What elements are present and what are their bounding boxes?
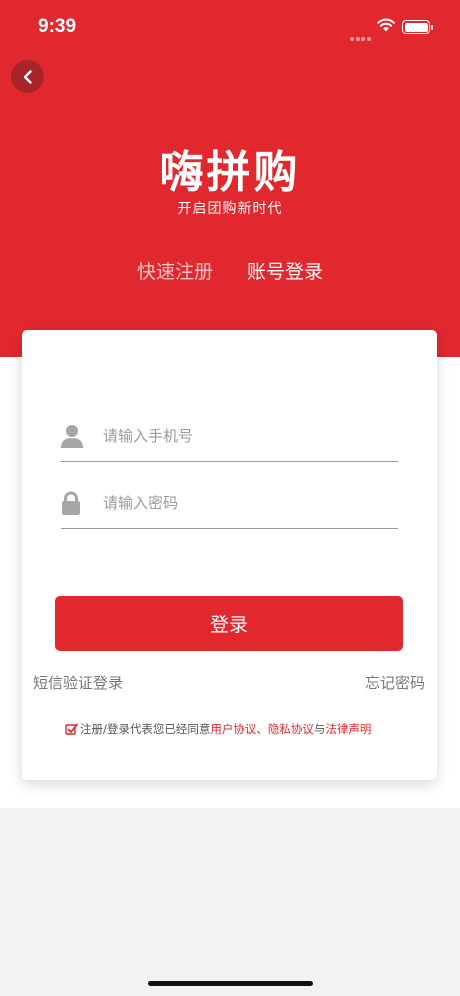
back-button[interactable]: [11, 60, 44, 93]
user-icon: [61, 425, 83, 448]
home-indicator: [148, 981, 313, 986]
sms-login-link[interactable]: 短信验证登录: [33, 672, 123, 693]
forgot-password-link[interactable]: 忘记密码: [365, 672, 425, 693]
brand-slogan: 开启团购新时代: [177, 201, 283, 217]
tab-quick-register[interactable]: 快速注册: [137, 257, 213, 284]
tab-account-login[interactable]: 账号登录: [247, 257, 323, 284]
password-input[interactable]: [103, 488, 383, 518]
phone-field: [61, 415, 398, 462]
status-icons: [350, 18, 440, 41]
signal-icon: [350, 26, 372, 45]
agreement-row: 注册/登录代表您已经同意 用户协议、隐私协议与法律声明: [65, 721, 371, 737]
phone-input[interactable]: [103, 421, 383, 451]
lock-icon: [62, 491, 80, 515]
agreement-prefix: 注册/登录代表您已经同意: [80, 722, 211, 736]
login-button[interactable]: 登录: [55, 596, 403, 651]
status-time: 9:39: [38, 16, 77, 37]
agreement-separator: 、: [256, 722, 268, 736]
battery-icon: [402, 20, 430, 34]
chevron-left-icon: [23, 69, 32, 84]
wifi-icon: [377, 18, 395, 32]
login-card: 登录 短信验证登录 忘记密码 注册/登录代表您已经同意用户协议、隐私协议与法律声…: [22, 330, 437, 780]
privacy-agreement-link[interactable]: 隐私协议: [268, 721, 314, 737]
legal-statement-link[interactable]: 法律声明: [325, 721, 371, 737]
user-agreement-link[interactable]: 用户协议: [210, 721, 256, 737]
brand-logo: 嗨拼购: [159, 147, 301, 198]
agreement-checkbox[interactable]: [65, 723, 78, 736]
battery-tip: [431, 25, 433, 30]
auth-tabs: 快速注册 账号登录: [0, 257, 460, 284]
agreement-and: 与: [313, 722, 326, 736]
password-field: [61, 482, 398, 529]
